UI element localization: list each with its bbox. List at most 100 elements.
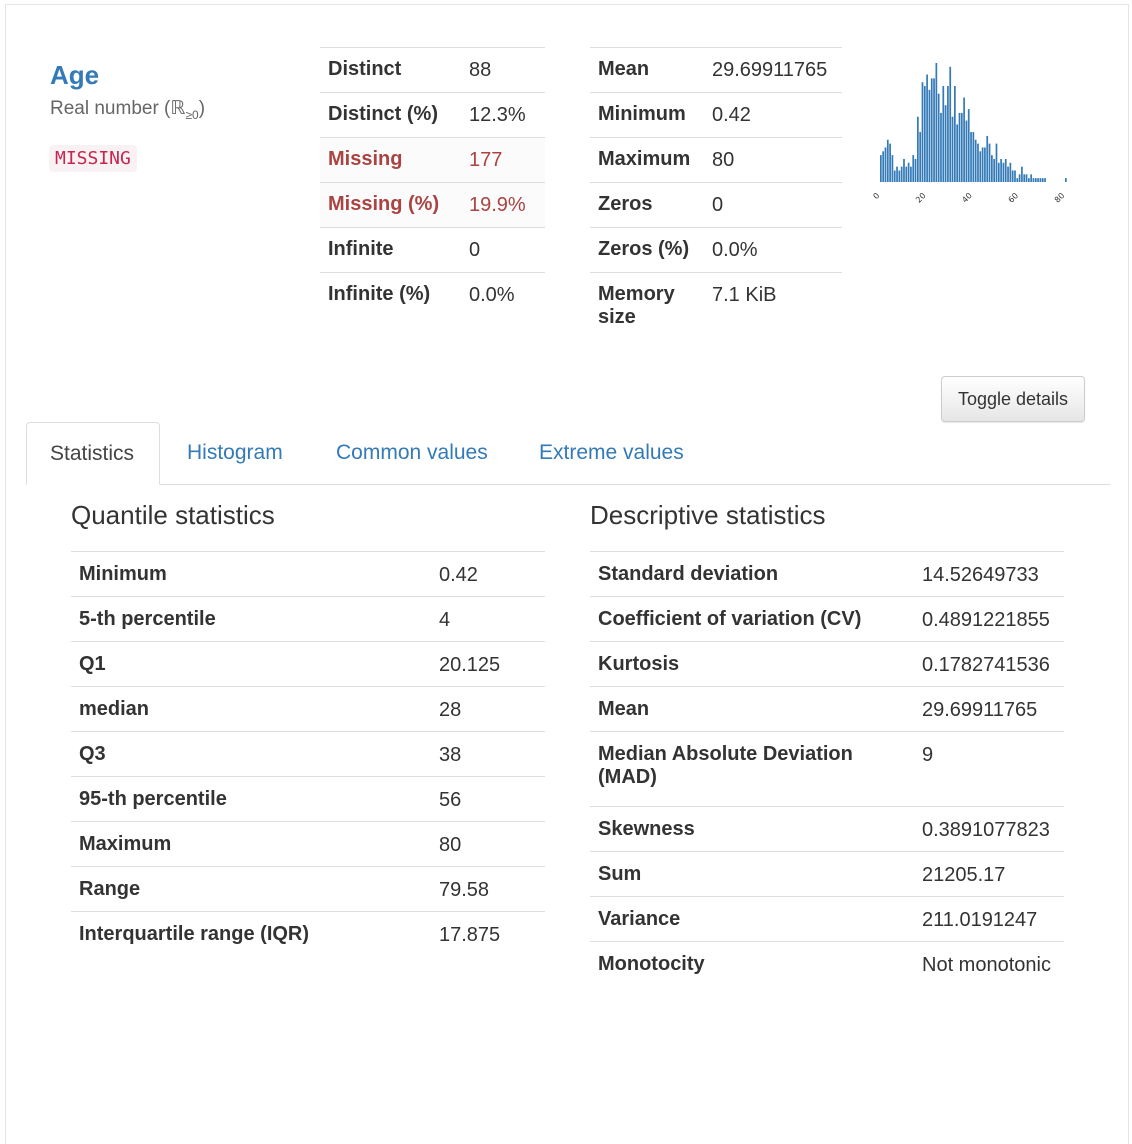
histogram-bar (995, 143, 998, 182)
variable-name[interactable]: Age (50, 60, 99, 91)
histogram-bar (1016, 178, 1019, 182)
histogram-bar (933, 78, 935, 182)
histogram-bar (1011, 170, 1014, 182)
histogram-tick-label: 0 (871, 191, 881, 201)
tab-statistics[interactable]: Statistics (26, 422, 160, 485)
histogram-bar (1030, 174, 1033, 182)
descriptive-row: Variance 211.0191247 (590, 896, 1064, 942)
descriptive-row-value: 29.69911765 (914, 686, 1064, 732)
histogram-bar (1018, 174, 1021, 182)
quantile-row-label: Q3 (71, 731, 431, 777)
histogram-bar (956, 124, 959, 182)
histogram-bar (1021, 166, 1023, 182)
descriptive-row-label: Kurtosis (590, 641, 914, 687)
histogram-bar (977, 143, 979, 182)
overview-row-value: 0.0% (461, 272, 545, 318)
histogram-bar (1039, 178, 1042, 182)
variable-type-suffix: ) (198, 98, 206, 119)
descriptive-row-value: 21205.17 (914, 851, 1064, 897)
overview-row-label: Distinct (%) (320, 92, 461, 138)
histogram-bar (949, 66, 952, 182)
histogram-bar (1044, 178, 1046, 182)
quantile-row-label: 95-th percentile (71, 776, 431, 822)
histogram-bar (912, 155, 915, 182)
overview-row-label: Infinite (%) (320, 272, 461, 318)
overview-row-value: 7.1 KiB (704, 272, 842, 348)
histogram-bar (1007, 166, 1009, 182)
overview-row: Distinct 88 (320, 47, 545, 93)
histogram-bar (954, 86, 956, 182)
descriptive-row-value: 0.3891077823 (914, 806, 1064, 852)
quantile-row-label: Maximum (71, 821, 431, 867)
descriptive-row: Skewness 0.3891077823 (590, 806, 1064, 852)
overview-row-value: 19.9% (461, 182, 545, 228)
overview-row-label: Maximum (590, 137, 704, 183)
histogram-bar (986, 135, 989, 182)
descriptive-row-label: Variance (590, 896, 914, 942)
descriptive-row: Monotocity Not monotonic (590, 941, 1064, 1017)
histogram-bar (993, 158, 996, 182)
quantile-row-label: Q1 (71, 641, 431, 687)
histogram-bar (903, 158, 905, 182)
quantile-row: Range 79.58 (71, 866, 545, 912)
histogram-bar (886, 139, 889, 182)
histogram-bar (882, 151, 885, 182)
descriptive-row: Sum 21205.17 (590, 851, 1064, 897)
descriptive-row-label: Standard deviation (590, 551, 914, 597)
histogram-bar (884, 147, 887, 182)
quantile-statistics-title: Quantile statistics (71, 500, 275, 530)
descriptive-row-label: Mean (590, 686, 914, 732)
overview-row: Maximum 80 (590, 137, 842, 183)
histogram-bar (880, 155, 882, 182)
overview-row-label: Minimum (590, 92, 704, 138)
overview-row: Missing (%) 19.9% (320, 182, 545, 228)
overview-row-label: Missing (320, 137, 461, 183)
histogram-bar (921, 82, 924, 182)
missing-badge: MISSING (49, 145, 137, 172)
quantile-row-value: 17.875 (431, 911, 545, 957)
overview-row: Memory size 7.1 KiB (590, 272, 842, 348)
overview-row: Minimum 0.42 (590, 92, 842, 138)
histogram-bar (991, 155, 993, 182)
histogram-bar (893, 170, 896, 182)
quantile-row-value: 20.125 (431, 641, 545, 687)
histogram-bar (974, 139, 977, 182)
histogram-bar (1034, 178, 1037, 182)
quantile-row: Maximum 80 (71, 821, 545, 867)
tab-extreme-values[interactable]: Extreme values (539, 422, 684, 484)
histogram-bar (970, 132, 972, 182)
overview-row-value: 80 (704, 137, 842, 183)
toggle-details-button[interactable]: Toggle details (941, 376, 1085, 422)
quantile-row: Q1 20.125 (71, 641, 545, 687)
descriptive-row-label: Skewness (590, 806, 914, 852)
quantile-row-label: Minimum (71, 551, 431, 597)
overview-row-label: Zeros (%) (590, 227, 704, 273)
descriptive-row: Median Absolute Deviation (MAD) 9 (590, 731, 1064, 807)
histogram-bar (1041, 178, 1044, 182)
histogram-bar (979, 151, 982, 182)
histogram-tick-label: 40 (960, 191, 974, 205)
histogram-bar (951, 116, 954, 182)
descriptive-row: Mean 29.69911765 (590, 686, 1064, 732)
overview-row: Missing 177 (320, 137, 545, 183)
histogram-bar (988, 143, 991, 182)
histogram-bar (1014, 170, 1016, 182)
histogram-bar (1032, 178, 1035, 182)
histogram-bar (1000, 158, 1002, 182)
overview-row-label: Mean (590, 47, 704, 93)
overview-row-value: 0.0% (704, 227, 842, 273)
quantile-row: 5-th percentile 4 (71, 596, 545, 642)
overview-row-value: 0 (461, 227, 545, 273)
descriptive-row: Kurtosis 0.1782741536 (590, 641, 1064, 687)
tab-histogram[interactable]: Histogram (187, 422, 283, 484)
descriptive-row-value: Not monotonic (914, 941, 1064, 1017)
histogram-bar (900, 166, 903, 182)
histogram-bar (981, 147, 984, 182)
tab-common-values[interactable]: Common values (336, 422, 488, 484)
histogram-bar (965, 120, 968, 182)
histogram-bar (919, 132, 922, 182)
overview-row: Zeros (%) 0.0% (590, 227, 842, 273)
quantile-row-value: 79.58 (431, 866, 545, 912)
histogram-bar (960, 112, 963, 182)
descriptive-row-value: 9 (914, 731, 1064, 807)
